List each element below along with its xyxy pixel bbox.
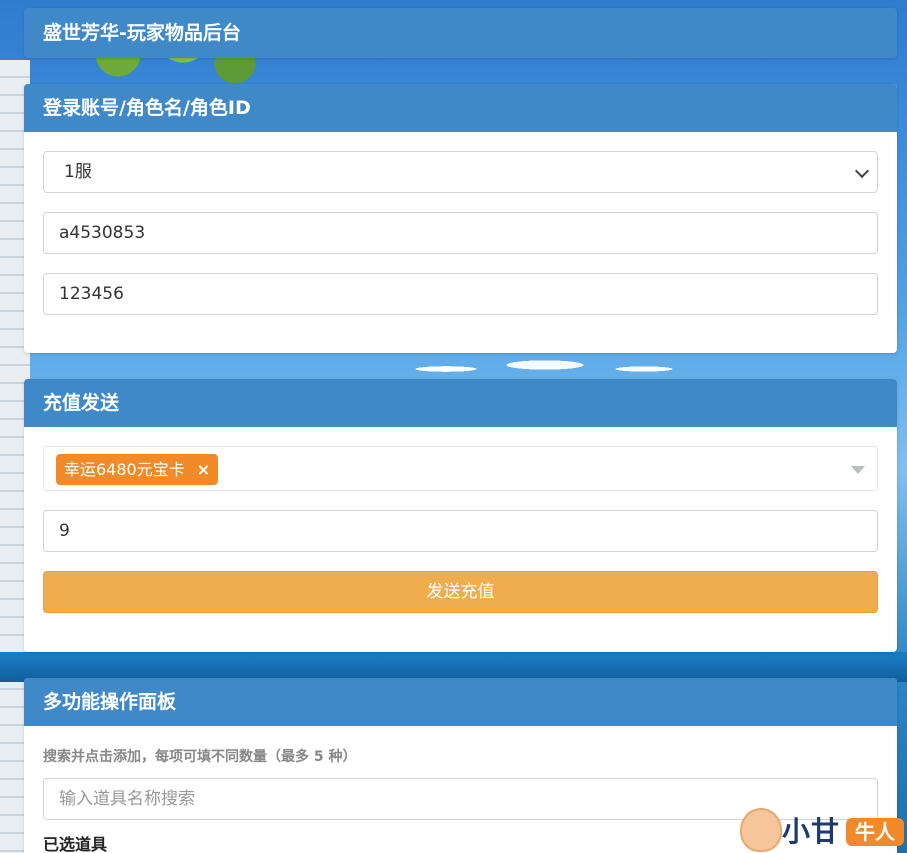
page-title: 盛世芳华-玩家物品后台 [24, 8, 897, 58]
role-input[interactable]: 123456 [43, 273, 878, 315]
account-input[interactable]: a4530853 [43, 212, 878, 254]
quantity-input[interactable]: 9 [43, 510, 878, 552]
quantity-input-value: 9 [59, 521, 70, 541]
account-input-value: a4530853 [59, 223, 146, 243]
cow-mascot-icon [740, 808, 782, 852]
login-panel-title: 登录账号/角色名/角色ID [24, 84, 897, 132]
item-search-placeholder: 输入道具名称搜索 [59, 789, 195, 809]
server-select[interactable]: 1服 [43, 151, 878, 193]
server-select-value: 1服 [64, 162, 92, 182]
role-input-value: 123456 [59, 284, 124, 304]
watermark-logo: 小甘 牛人 [738, 806, 907, 853]
close-icon[interactable]: × [197, 454, 210, 485]
selected-item-tag: 幸运6480元宝卡 × [56, 454, 219, 485]
recharge-panel: 充值发送 幸运6480元宝卡 × 9 发送充值 [24, 379, 897, 652]
chevron-down-icon [854, 163, 870, 179]
watermark-text: 小甘 [782, 815, 841, 848]
search-hint: 搜索并点击添加，每项可填不同数量（最多 5 种） [43, 749, 357, 765]
multi-panel-title: 多功能操作面板 [24, 678, 897, 726]
send-recharge-button[interactable]: 发送充值 [43, 571, 878, 613]
caret-down-icon[interactable] [851, 466, 865, 474]
title-panel: 盛世芳华-玩家物品后台 [24, 8, 897, 58]
selected-item-label: 幸运6480元宝卡 [64, 460, 185, 479]
item-multiselect[interactable]: 幸运6480元宝卡 × [43, 446, 878, 491]
recharge-panel-title: 充值发送 [24, 379, 897, 427]
watermark-badge: 牛人 [846, 818, 904, 846]
login-panel: 登录账号/角色名/角色ID 1服 a4530853 123456 [24, 84, 897, 353]
